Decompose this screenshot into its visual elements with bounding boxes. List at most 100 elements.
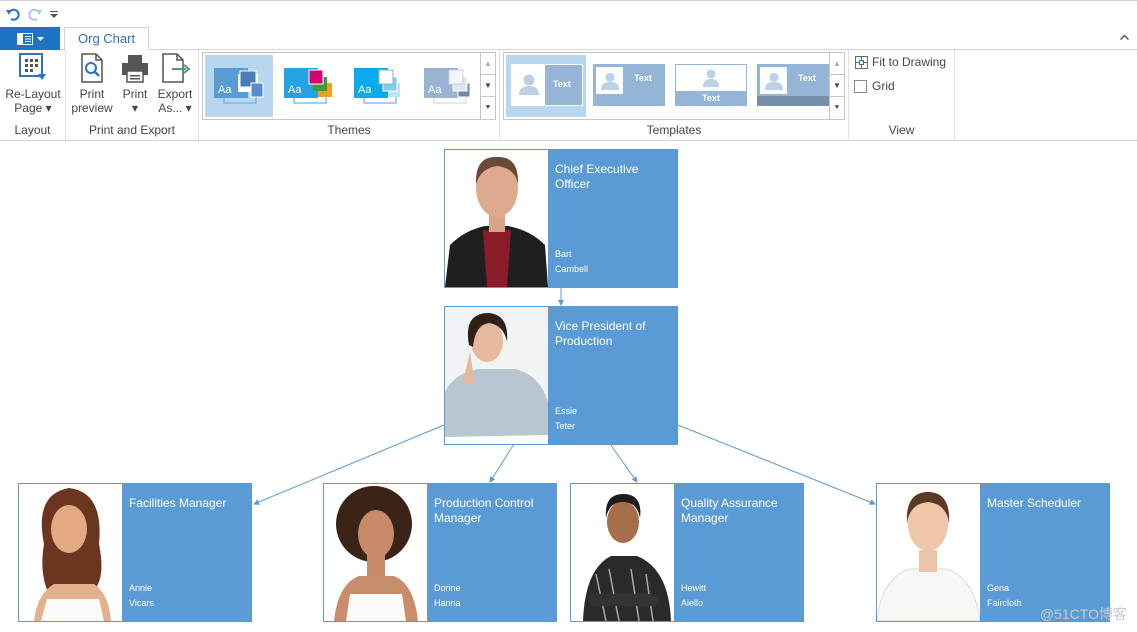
org-node-quality-assurance-manager[interactable]: Quality Assurance Manager Hewitt Aiello xyxy=(570,483,804,622)
template-4-preview: Text xyxy=(757,64,829,106)
theme-item-2[interactable]: Aa xyxy=(275,55,343,117)
node-title: Facilities Manager xyxy=(129,496,227,510)
export-label-1: Export xyxy=(157,87,193,101)
themes-gallery-scroll: ▲ ▼ ⯆ xyxy=(480,53,495,119)
connector-vp-quality xyxy=(609,443,638,483)
print-dropdown-arrow: ▾ xyxy=(131,101,139,115)
person-photo-icon xyxy=(583,494,671,621)
export-as-button[interactable]: Export As... ▾ xyxy=(154,52,196,115)
themes-scroll-up-button[interactable]: ▲ xyxy=(481,53,495,75)
person-photo-icon xyxy=(877,492,980,621)
grid-label: Grid xyxy=(872,79,895,93)
person-photo-icon xyxy=(334,486,418,621)
first-name: Essie xyxy=(555,406,578,416)
node-name: Annie Vicars xyxy=(129,581,154,611)
info-panel-ceo: Chief Executive Officer Bart Cambell xyxy=(548,150,677,287)
ribbon: Re-Layout Page ▾ Layout Print preview Pr… xyxy=(0,50,1137,141)
template-item-2[interactable]: Text xyxy=(588,55,668,117)
template-1-text: Text xyxy=(553,79,571,89)
group-view: Fit to Drawing Grid View xyxy=(849,50,955,140)
template-item-4[interactable]: Text xyxy=(752,55,832,117)
collapse-ribbon-icon[interactable] xyxy=(1119,32,1130,43)
print-preview-label-1: Print xyxy=(79,87,105,101)
person-placeholder-icon xyxy=(600,72,619,90)
info-panel-master-scheduler: Master Scheduler Gena Faircloth xyxy=(980,484,1109,621)
person-photo-icon xyxy=(445,313,548,444)
themes-scroll-down-button[interactable]: ▼ xyxy=(481,75,495,97)
person-placeholder-icon xyxy=(703,69,719,87)
theme-item-1[interactable]: Aa xyxy=(205,55,273,117)
svg-text:Aa: Aa xyxy=(218,84,232,96)
group-label-layout: Layout xyxy=(14,123,51,137)
file-menu-icon xyxy=(16,32,33,45)
org-node-vp[interactable]: Vice President of Production Essie Teter xyxy=(444,306,678,445)
template-4-text: Text xyxy=(798,73,816,83)
connector-vp-production-control xyxy=(489,443,515,483)
chevron-down-icon xyxy=(36,36,44,41)
templates-scroll-down-button[interactable]: ▼ xyxy=(830,75,844,97)
templates-gallery-scroll: ▲ ▼ ⯆ xyxy=(829,53,844,119)
print-preview-icon xyxy=(81,53,103,83)
group-templates: Text Text Text Text ▲ ▼ ⯆ Templates xyxy=(500,50,849,140)
relayout-icon xyxy=(19,53,46,80)
photo-facilities-manager xyxy=(19,484,122,621)
template-item-3[interactable]: Text xyxy=(670,55,750,117)
first-name: Annie xyxy=(129,583,153,593)
photo-ceo xyxy=(445,150,548,287)
template-1-preview: Text xyxy=(511,64,583,106)
node-name: Gena Faircloth xyxy=(987,581,1022,611)
template-item-1[interactable]: Text xyxy=(506,55,586,117)
print-button[interactable]: Print ▾ xyxy=(116,52,154,115)
customize-icon[interactable] xyxy=(48,5,60,23)
first-name: Gena xyxy=(987,583,1010,593)
templates-scroll-up-button[interactable]: ▲ xyxy=(830,53,844,75)
org-node-facilities-manager[interactable]: Facilities Manager Annie Vicars xyxy=(18,483,252,622)
last-name: Faircloth xyxy=(987,598,1022,608)
print-preview-label-2: preview xyxy=(71,101,113,115)
ribbon-tab-bar: Org Chart xyxy=(0,27,1137,51)
theme-2-icon: Aa xyxy=(284,68,332,104)
templates-expand-button[interactable]: ⯆ xyxy=(830,97,844,119)
template-3-text: Text xyxy=(702,93,720,103)
template-2-preview: Text xyxy=(593,64,665,106)
themes-gallery: Aa Aa Aa Aa ▲ ▼ ⯆ xyxy=(202,52,496,120)
node-name: Bart Cambell xyxy=(555,247,588,277)
org-node-ceo[interactable]: Chief Executive Officer Bart Cambell xyxy=(444,149,678,288)
printer-icon xyxy=(122,55,148,83)
last-name: Hanna xyxy=(434,598,461,608)
fit-to-drawing-button[interactable]: Fit to Drawing xyxy=(855,55,946,69)
info-panel-quality-assurance-manager: Quality Assurance Manager Hewitt Aiello xyxy=(674,484,803,621)
quick-access-toolbar xyxy=(0,0,1137,27)
org-node-production-control-manager[interactable]: Production Control Manager Dorine Hanna xyxy=(323,483,557,622)
file-menu-button[interactable] xyxy=(0,27,60,50)
export-icon xyxy=(162,53,190,83)
group-label-themes: Themes xyxy=(327,123,371,137)
info-panel-production-control-manager: Production Control Manager Dorine Hanna xyxy=(427,484,556,621)
relayout-label-1: Re-Layout xyxy=(5,87,61,101)
photo-master-scheduler xyxy=(877,484,980,621)
theme-item-4[interactable]: Aa xyxy=(415,55,483,117)
relayout-page-button[interactable]: Re-Layout Page ▾ xyxy=(4,52,62,115)
theme-item-3[interactable]: Aa xyxy=(345,55,413,117)
print-label: Print xyxy=(122,87,148,101)
grid-checkbox-box[interactable] xyxy=(854,79,867,93)
undo-icon[interactable] xyxy=(4,5,22,23)
tab-org-chart[interactable]: Org Chart xyxy=(64,27,150,51)
grid-checkbox[interactable]: Grid xyxy=(854,79,895,93)
template-3-preview: Text xyxy=(675,64,747,106)
node-name: Dorine Hanna xyxy=(434,581,461,611)
group-label-print-export: Print and Export xyxy=(88,123,176,137)
theme-3-icon: Aa xyxy=(354,68,400,104)
node-title: Vice President of Production xyxy=(555,319,646,348)
theme-4-icon: Aa xyxy=(424,68,471,104)
themes-expand-button[interactable]: ⯆ xyxy=(481,97,495,119)
first-name: Hewitt xyxy=(681,583,707,593)
redo-icon[interactable] xyxy=(26,5,44,23)
last-name: Aiello xyxy=(681,598,704,608)
org-node-master-scheduler[interactable]: Master Scheduler Gena Faircloth xyxy=(876,483,1110,622)
svg-text:Aa: Aa xyxy=(428,84,442,96)
last-name: Cambell xyxy=(555,264,589,274)
group-themes: Aa Aa Aa Aa ▲ ▼ ⯆ Themes xyxy=(199,50,500,140)
print-preview-button[interactable]: Print preview xyxy=(70,52,114,115)
org-chart-canvas[interactable]: Chief Executive Officer Bart Cambell Vic… xyxy=(0,141,1137,632)
